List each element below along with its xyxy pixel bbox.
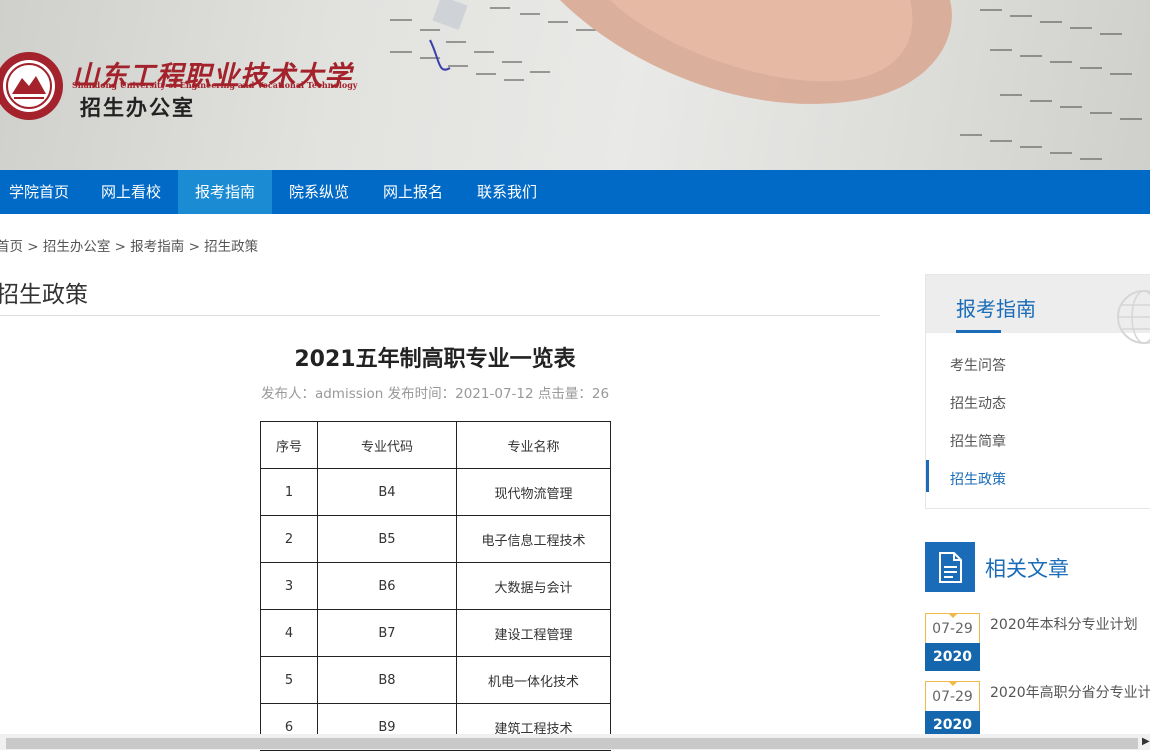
school-name-english: Shandong University of Engineering and V… [72,80,358,90]
sidebar-item-faq[interactable]: 考生问答 [950,355,1006,375]
nav-item-home[interactable]: 学院首页 [0,170,78,214]
table-cell: B6 [317,562,457,610]
table-cell: B4 [317,468,457,516]
nav-item-contact[interactable]: 联系我们 [462,170,552,214]
date-notch [948,613,958,618]
sidebar-item-admission-policy[interactable]: 招生政策 [950,469,1006,489]
table-cell: 4 [260,609,318,657]
scroll-right-arrow-icon[interactable]: ▶ [1142,736,1150,747]
school-logo [0,52,63,120]
sidebar-title-underline [956,330,1001,333]
table-header-cell: 专业代码 [317,421,457,469]
sidebar-title: 报考指南 [956,297,1036,321]
table-cell: 现代物流管理 [456,468,611,516]
office-name: 招生办公室 [80,95,195,120]
related-article-link[interactable]: 2020年高职分省分专业计划 [990,682,1150,702]
page-title: 招生政策 [0,282,88,308]
table-header-row: 序号 专业代码 专业名称 [260,421,611,469]
document-icon [925,542,975,592]
table-cell: 建设工程管理 [456,609,611,657]
table-row: 1 B4 现代物流管理 [260,468,611,516]
table-cell: B8 [317,656,457,704]
table-row: 5 B8 机电一体化技术 [260,656,611,704]
related-articles-title: 相关文章 [985,557,1069,581]
main-nav: 学院首页 网上看校 报考指南 院系纵览 网上报名 联系我们 [0,170,1150,214]
date-badge: 07-29 2020 [925,613,980,671]
table-cell: 5 [260,656,318,704]
table-cell: 机电一体化技术 [456,656,611,704]
date-badge: 07-29 2020 [925,681,980,739]
sidebar-header: 报考指南 [926,275,1150,344]
table-row: 3 B6 大数据与会计 [260,562,611,610]
article-meta: 发布人：admission 发布时间：2021-07-12 点击量：26 [260,386,610,402]
table-header-cell: 序号 [260,421,318,469]
related-article-link[interactable]: 2020年本科分专业计划 [990,614,1138,634]
globe-icon [1117,290,1150,344]
date-notch [948,681,958,686]
article-title: 2021五年制高职专业一览表 [294,347,576,372]
sidebar-active-indicator [926,460,929,492]
table-cell: 2 [260,515,318,563]
nav-item-campus-tour[interactable]: 网上看校 [86,170,176,214]
table-cell: B7 [317,609,457,657]
sidebar-nav: 报考指南 考生问答 招生动态 招生简章 招生政策 [925,274,1150,509]
nav-item-departments[interactable]: 院系纵览 [274,170,364,214]
scrollbar-thumb[interactable] [6,738,1138,749]
sidebar-item-admission-brochure[interactable]: 招生简章 [950,431,1006,451]
table-cell: B5 [317,515,457,563]
date-year: 2020 [925,643,980,671]
sidebar-item-admission-news[interactable]: 招生动态 [950,393,1006,413]
table-cell: 3 [260,562,318,610]
breadcrumb[interactable]: 首页 > 招生办公室 > 报考指南 > 招生政策 [0,235,258,255]
table-row: 4 B7 建设工程管理 [260,609,611,657]
majors-table: 序号 专业代码 专业名称 1 B4 现代物流管理 2 B5 电子信息工程技术 3… [260,421,611,751]
divider [0,315,880,316]
table-row: 2 B5 电子信息工程技术 [260,515,611,563]
table-cell: 大数据与会计 [456,562,611,610]
table-header-cell: 专业名称 [456,421,611,469]
header-banner: 山东工程职业技术大学 Shandong University of Engine… [0,0,1150,170]
table-cell: 1 [260,468,318,516]
nav-item-application-guide[interactable]: 报考指南 [178,170,272,214]
table-cell: 电子信息工程技术 [456,515,611,563]
nav-item-online-registration[interactable]: 网上报名 [368,170,458,214]
